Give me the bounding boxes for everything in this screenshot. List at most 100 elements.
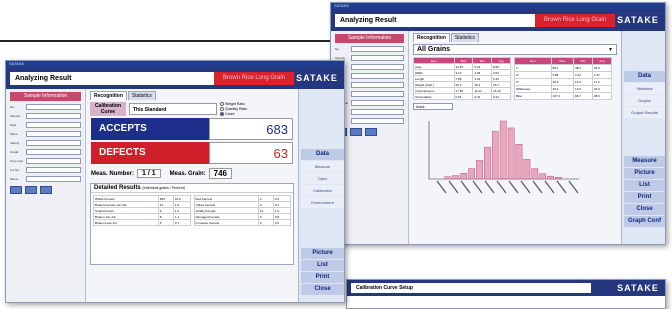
table-cell: 107.4: [550, 92, 575, 100]
defects-value: 63: [209, 142, 293, 164]
tab-recognition[interactable]: Recognition: [90, 91, 127, 100]
side-menu-button[interactable]: Picture: [301, 248, 344, 259]
field-input[interactable]: [26, 122, 81, 128]
form-row: Place: [335, 73, 404, 79]
recognition-window: SATAKE Analyzing Result Brown Rice Long …: [5, 60, 345, 303]
x-tick-label: [520, 180, 531, 194]
field-input[interactable]: [351, 46, 404, 52]
table-row: a* 2.85 0.12 1.47: [514, 71, 612, 79]
table-row: b* 20.3 14.5 17.2: [514, 78, 612, 86]
brand-logo: SATAKE: [617, 283, 659, 293]
side-menu-button[interactable]: List: [624, 180, 665, 191]
side-menu-button[interactable]: Measure: [624, 156, 665, 167]
nav-buttons: [335, 128, 404, 136]
field-input[interactable]: [26, 104, 81, 110]
histogram-chart: [428, 120, 579, 194]
histogram-select[interactable]: Area: [413, 103, 453, 110]
defects-label: DEFECTS: [91, 142, 209, 164]
field-input[interactable]: [351, 64, 404, 70]
field-label: Date: [10, 123, 17, 127]
calibration-window: Calibration Curve Setup SATAKE: [346, 279, 666, 309]
next-button[interactable]: [25, 186, 37, 194]
table-row: L* 58.1 48.2 53.6: [514, 64, 612, 72]
table-cell: Broken Less 1/4: [93, 219, 159, 226]
prev-button[interactable]: [10, 186, 22, 194]
side-menu-button[interactable]: Close: [301, 284, 344, 295]
stats-table-right: Item Max Min Avg L* 58.1 48.2 53.6 a* 2.85 0.12 1.4…: [514, 57, 612, 100]
side-menu-button[interactable]: Statistics: [624, 83, 665, 94]
x-tick-label: [544, 180, 555, 194]
clear-button[interactable]: [40, 186, 52, 194]
tab-recognition[interactable]: Recognition: [413, 33, 450, 42]
side-menu-button[interactable]: Graphs: [624, 95, 665, 106]
window-title: Analyzing Result: [10, 71, 214, 85]
field-input[interactable]: [26, 113, 81, 119]
field-input[interactable]: [351, 118, 404, 124]
field-input[interactable]: [26, 176, 81, 182]
table-cell: 14.5: [573, 78, 594, 86]
table-cell: 2.85: [550, 71, 575, 79]
ratio-radios: Weight Ratio Quantity Ratio Count: [220, 102, 247, 116]
side-menu-button[interactable]: List: [301, 260, 344, 271]
field-input[interactable]: [351, 55, 404, 61]
radio-circle: [220, 102, 224, 106]
side-menu-button[interactable]: Print: [301, 272, 344, 283]
product-banner: Brown Rice Long Grain: [535, 13, 615, 27]
field-input[interactable]: [351, 82, 404, 88]
form-row: Grade: [335, 91, 404, 97]
field-input[interactable]: [26, 140, 81, 146]
form-row: Memo: [10, 176, 81, 182]
tab-statistics[interactable]: Statistics: [450, 33, 479, 42]
calibration-label: Calibration Curve: [90, 102, 126, 116]
field-input[interactable]: [26, 131, 81, 137]
detail-table-right: Red Kernels 2 0.3 Yellow Kernels 3 0.4 Chalky …: [193, 195, 292, 226]
next-button[interactable]: [350, 128, 362, 136]
form-row: Grade: [10, 149, 81, 155]
field-label: Sample: [10, 114, 21, 118]
side-menu-button[interactable]: Environment: [301, 197, 344, 208]
ratio-radio[interactable]: Count: [220, 112, 247, 116]
meas-number-label: Meas. Number:: [91, 170, 135, 177]
chevron-down-icon: ▼: [608, 46, 613, 53]
x-tick-label: [460, 180, 471, 194]
side-menu-button[interactable]: Measure: [301, 161, 344, 172]
defects-row: DEFECTS 63: [91, 142, 293, 164]
side-menu-button[interactable]: Close: [624, 204, 665, 215]
side-menu-button[interactable]: Graph Conf: [624, 216, 665, 227]
field-input[interactable]: [26, 149, 81, 155]
field-input[interactable]: [26, 167, 81, 173]
side-menu-button[interactable]: Picture: [624, 168, 665, 179]
side-menu-button[interactable]: Data: [624, 71, 665, 82]
side-menu-button[interactable]: Output Results: [624, 107, 665, 118]
clear-button[interactable]: [365, 128, 377, 136]
x-tick-label: [508, 180, 519, 194]
field-input[interactable]: [351, 100, 404, 106]
tab-statistics[interactable]: Statistics: [127, 91, 156, 100]
header-bar: Analyzing Result Brown Rice Long Grain S…: [6, 67, 344, 89]
ratio-radio[interactable]: Weight Ratio: [220, 102, 247, 106]
form-row: Lot No.: [10, 167, 81, 173]
side-menu-button[interactable]: Calibration: [301, 185, 344, 196]
field-input[interactable]: [351, 73, 404, 79]
window-title: Analyzing Result: [335, 13, 535, 27]
table-row: Immature Kernels 4 0.5: [193, 219, 292, 226]
field-input[interactable]: [26, 158, 81, 164]
side-menu-button[interactable]: Open: [301, 173, 344, 184]
sample-info-button[interactable]: Sample Information: [10, 92, 81, 101]
x-tick-label: [484, 180, 495, 194]
form-row: Crop Year: [335, 100, 404, 106]
field-input[interactable]: [351, 109, 404, 115]
sample-info-button[interactable]: Sample Information: [335, 34, 404, 43]
grain-select-value: All Grains: [417, 46, 451, 53]
field-input[interactable]: [351, 91, 404, 97]
histogram-bar: [539, 173, 547, 180]
brand-logo: SATAKE: [296, 73, 338, 83]
table-cell: Blue: [514, 92, 552, 100]
histogram-bar: [555, 177, 562, 180]
table-cell: 0.31: [472, 93, 493, 100]
radio-label: Weight Ratio: [225, 102, 245, 106]
grain-select[interactable]: All Grains ▼: [413, 44, 617, 55]
ratio-radio[interactable]: Quantity Ratio: [220, 107, 247, 111]
side-menu-button[interactable]: Data: [301, 149, 344, 160]
side-menu-button[interactable]: Print: [624, 192, 665, 203]
